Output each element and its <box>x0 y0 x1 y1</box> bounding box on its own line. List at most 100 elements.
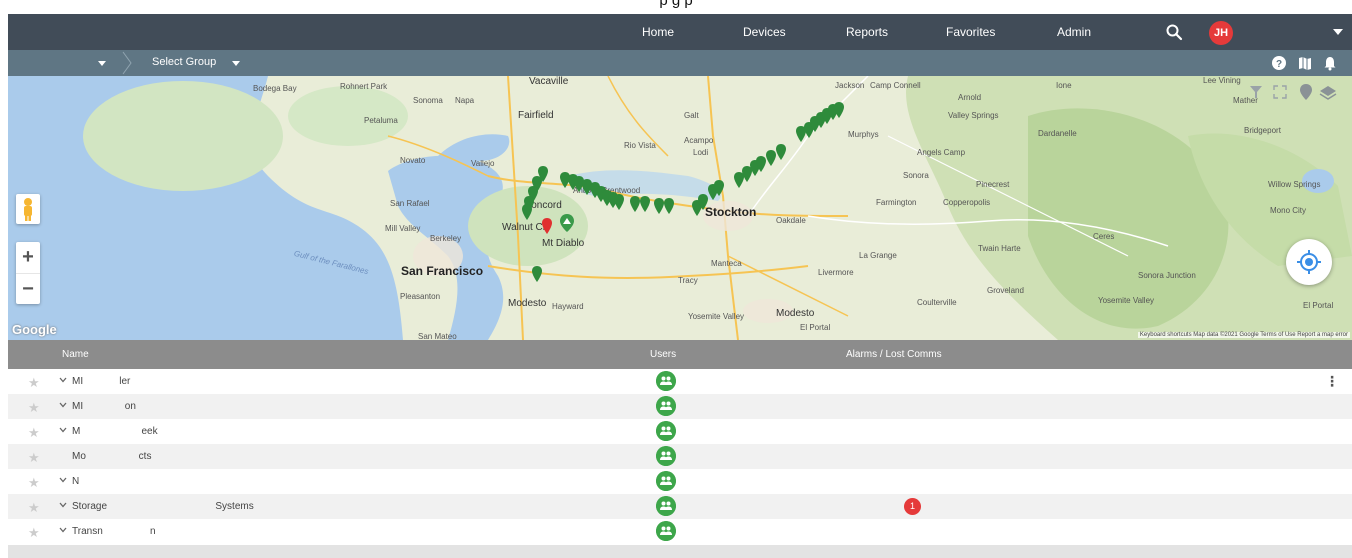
nav-home[interactable]: Home <box>642 25 674 39</box>
table-row[interactable]: ★ Storage Systems 1 <box>8 494 1352 519</box>
row-name[interactable]: Transn n <box>72 526 156 537</box>
map-pin-icon[interactable] <box>766 150 776 166</box>
map-label: Novato <box>400 156 426 165</box>
chevron-down-icon[interactable] <box>58 475 68 485</box>
nav-admin[interactable]: Admin <box>1057 25 1091 39</box>
favorite-star-icon[interactable]: ★ <box>28 400 40 416</box>
favorite-star-icon[interactable]: ★ <box>28 450 40 466</box>
nav-devices[interactable]: Devices <box>743 25 786 39</box>
table-row[interactable]: ★ Mo cts <box>8 444 1352 469</box>
map-pin-icon[interactable] <box>654 198 664 214</box>
favorite-star-icon[interactable]: ★ <box>28 475 40 491</box>
help-icon[interactable]: ? <box>1271 55 1287 71</box>
map-pin-icon[interactable] <box>776 144 786 160</box>
map-label: Manteca <box>711 259 742 268</box>
column-header-alarms[interactable]: Alarms / Lost Comms <box>846 349 942 360</box>
map-pin-icon[interactable] <box>834 102 844 118</box>
devices-map[interactable]: Bodega Bay Rohnert Park Vacaville Fairfi… <box>8 76 1352 340</box>
favorite-star-icon[interactable]: ★ <box>28 375 40 391</box>
nav-favorites[interactable]: Favorites <box>946 25 995 39</box>
map-label: Bodega Bay <box>253 84 297 93</box>
map-label: El Portal <box>800 323 831 332</box>
users-group-icon[interactable] <box>656 446 676 466</box>
pin-tool-icon[interactable] <box>1300 84 1312 100</box>
chevron-down-icon[interactable] <box>58 400 68 410</box>
map-label: Willow Springs <box>1268 180 1321 189</box>
chevron-down-icon[interactable] <box>98 61 106 66</box>
locate-me-button[interactable] <box>1286 239 1332 285</box>
map-pin-icon[interactable] <box>714 180 724 196</box>
map-label: Walnut Cr <box>502 222 547 233</box>
map-pin-icon[interactable] <box>756 156 766 172</box>
row-name[interactable]: MI ler <box>72 376 130 387</box>
users-group-icon[interactable] <box>656 496 676 516</box>
map-tools <box>1240 82 1340 102</box>
map-label: Rohnert Park <box>340 82 388 91</box>
map-icon[interactable] <box>1297 55 1313 71</box>
map-label: Yosemite Valley <box>1098 296 1155 305</box>
bell-icon[interactable] <box>1322 55 1338 71</box>
favorite-star-icon[interactable]: ★ <box>28 425 40 441</box>
chevron-down-icon[interactable] <box>58 375 68 385</box>
map-pin-icon[interactable] <box>698 194 708 210</box>
chevron-down-icon[interactable] <box>58 425 68 435</box>
map-label: Ceres <box>1093 232 1115 241</box>
chevron-down-icon[interactable] <box>232 61 240 66</box>
table-row[interactable]: ★ M eek <box>8 419 1352 444</box>
users-group-icon[interactable] <box>656 421 676 441</box>
row-name[interactable]: M eek <box>72 426 158 437</box>
favorite-star-icon[interactable]: ★ <box>28 525 40 541</box>
map-pin-icon[interactable] <box>640 196 650 212</box>
map-label: Camp Connell <box>870 81 921 90</box>
map-pin-icon[interactable] <box>664 198 674 214</box>
users-group-icon[interactable] <box>656 471 676 491</box>
row-name[interactable]: Mo cts <box>72 451 151 462</box>
map-pin-icon[interactable] <box>630 196 640 212</box>
row-name[interactable]: N <box>72 476 79 487</box>
chevron-down-icon[interactable] <box>58 525 68 535</box>
map-label: Petaluma <box>364 116 398 125</box>
layers-icon[interactable] <box>1319 86 1337 100</box>
street-view-pegman[interactable] <box>16 194 40 224</box>
map-label: Coulterville <box>917 298 957 307</box>
table-row[interactable]: ★ Transn n <box>8 519 1352 544</box>
chevron-down-icon[interactable] <box>1333 29 1343 35</box>
map-pin-selected-icon[interactable] <box>542 218 552 234</box>
avatar[interactable]: JH <box>1209 21 1233 45</box>
row-menu-icon[interactable]: ⋮ <box>1325 373 1339 390</box>
map-label: Farmington <box>876 198 917 207</box>
nav-reports[interactable]: Reports <box>846 25 888 39</box>
fullscreen-icon[interactable] <box>1273 85 1287 99</box>
column-header-name[interactable]: Name <box>62 349 89 360</box>
map-pin-icon[interactable] <box>614 194 624 210</box>
zoom-out-button[interactable]: − <box>16 273 40 304</box>
alarm-count-badge[interactable]: 1 <box>904 498 921 515</box>
column-header-users[interactable]: Users <box>650 349 676 360</box>
map-label: San Mateo <box>418 332 457 340</box>
users-group-icon[interactable] <box>656 521 676 541</box>
table-row[interactable]: ★ MI ler ⋮ <box>8 369 1352 394</box>
filter-icon[interactable] <box>1250 86 1262 98</box>
pegman-icon <box>24 198 32 221</box>
table-row[interactable]: ★ MI on <box>8 394 1352 419</box>
map-label: Acampo <box>684 136 714 145</box>
map-label: Twain Harte <box>978 244 1021 253</box>
zoom-in-button[interactable]: + <box>16 242 40 273</box>
map-label: Rio Vista <box>624 141 656 150</box>
map-pin-icon[interactable] <box>522 204 532 220</box>
favorite-star-icon[interactable]: ★ <box>28 500 40 516</box>
chevron-down-icon[interactable] <box>58 500 68 510</box>
map-label: Sonora <box>903 171 929 180</box>
map-label: Galt <box>684 111 699 120</box>
map-attribution[interactable]: Keyboard shortcuts Map data ©2021 Google… <box>1137 332 1350 338</box>
table-row[interactable]: ★ N <box>8 469 1352 494</box>
map-pin-icon[interactable] <box>532 266 542 282</box>
users-group-icon[interactable] <box>656 371 676 391</box>
map-label: El Portal <box>1303 301 1334 310</box>
row-name[interactable]: Storage Systems <box>72 501 254 512</box>
map-label: San Rafael <box>390 199 430 208</box>
select-group-dropdown[interactable]: Select Group <box>152 56 216 68</box>
row-name[interactable]: MI on <box>72 401 136 412</box>
search-icon[interactable] <box>1165 23 1183 41</box>
users-group-icon[interactable] <box>656 396 676 416</box>
